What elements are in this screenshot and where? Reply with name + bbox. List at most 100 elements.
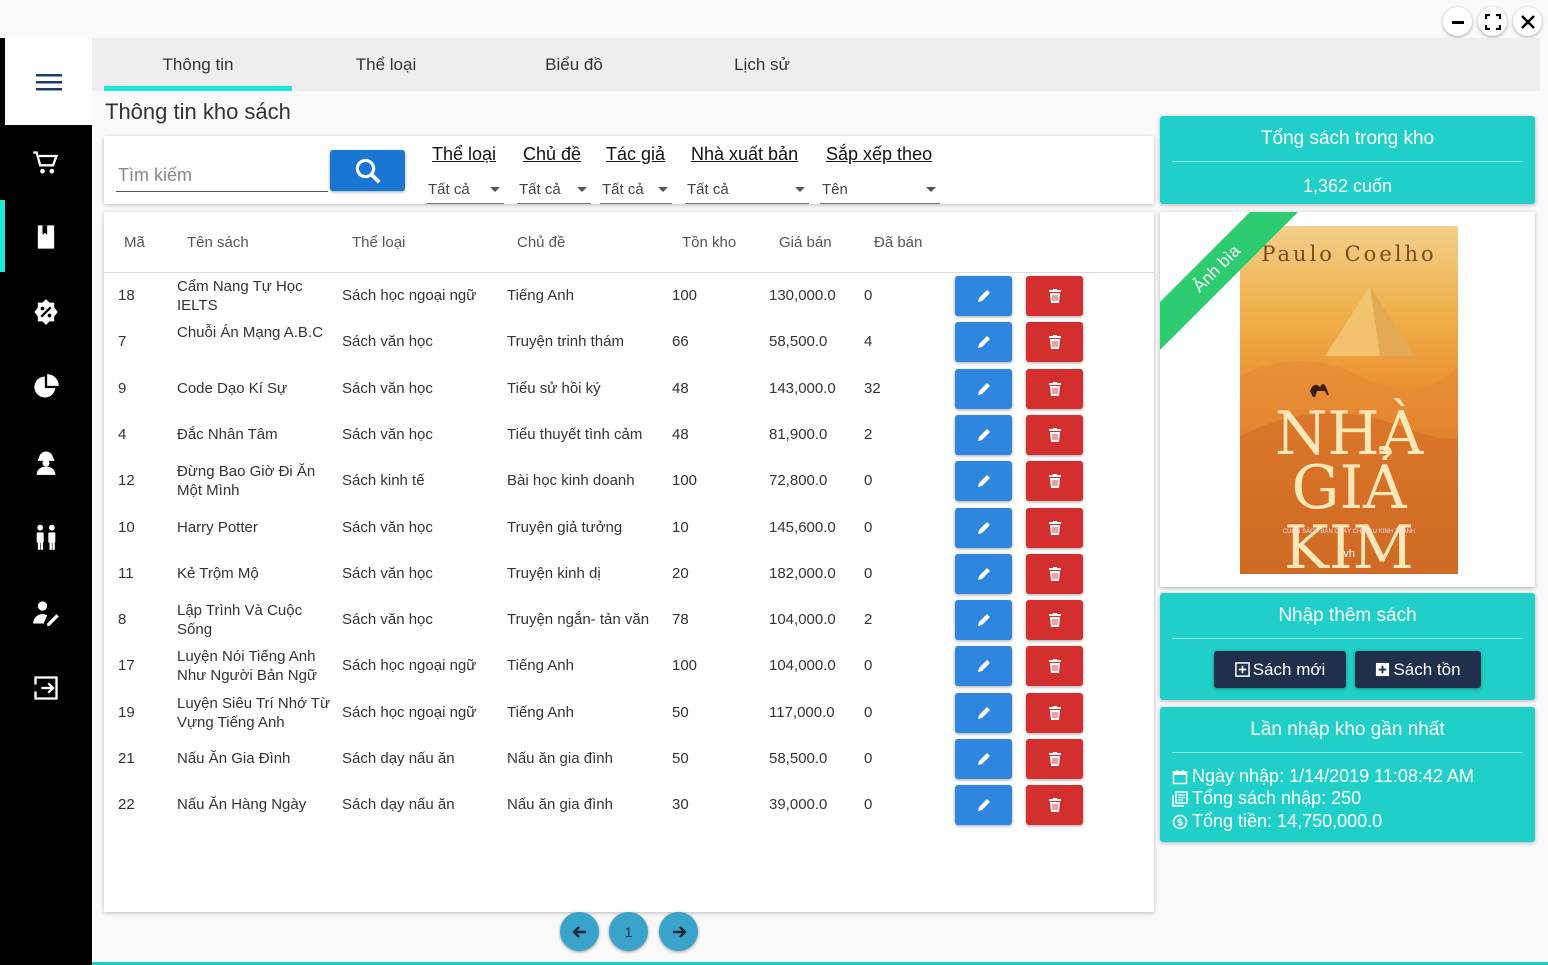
cover-image-card: Paulo Coelho NHÀ GIẢ KIM CUỐN SÁCH BÁN C… [1160, 212, 1535, 587]
table-row[interactable]: 8 Lập Trình Và Cuộc Sống Sách văn học Truyệ… [104, 597, 1154, 643]
new-book-button[interactable]: Sách mới [1214, 651, 1346, 688]
minimize-button[interactable] [1443, 7, 1472, 36]
edit-button[interactable] [955, 739, 1012, 779]
sidebar-item-promotions[interactable] [0, 283, 92, 341]
cell-id: 11 [118, 564, 134, 582]
chevron-down-icon [490, 187, 500, 192]
edit-button[interactable] [955, 322, 1012, 363]
table-row[interactable]: 18 Cẩm Nang Tự Học IELTS Sách học ngoại ng… [104, 273, 1154, 319]
cell-topic: Tiểu sử hồi ký [507, 379, 601, 397]
plus-box-icon [1376, 662, 1390, 677]
cell-title: Đừng Bao Giờ Đi Ăn Một Mình [177, 463, 316, 500]
sidebar-item-account[interactable] [0, 584, 92, 642]
cell-id: 21 [118, 750, 135, 767]
delete-button[interactable] [1026, 646, 1083, 687]
delete-button[interactable] [1026, 368, 1083, 409]
delete-button[interactable] [1026, 507, 1083, 548]
delete-button[interactable] [1026, 414, 1083, 455]
tab-bar: Thông tin Thể loại Biểu đồ Lịch sử [92, 38, 1540, 91]
maximize-button[interactable] [1478, 7, 1507, 36]
edit-button[interactable] [955, 507, 1012, 548]
edit-button[interactable] [955, 785, 1012, 826]
filter-select-author[interactable]: Tất cả [600, 176, 672, 204]
tab-history[interactable]: Lịch sử [668, 38, 856, 91]
cell-stock: 100 [672, 287, 698, 304]
edit-button[interactable] [955, 368, 1012, 409]
filter-label-topic: Chủ đề [523, 144, 582, 164]
edit-button[interactable] [955, 461, 1012, 502]
trash-icon [1048, 427, 1061, 442]
table-row[interactable]: 17 Luyện Nói Tiếng Anh Như Người Bản Ngữ S… [104, 643, 1154, 689]
cell-sold: 32 [864, 379, 881, 397]
sidebar-item-logout[interactable] [0, 659, 92, 717]
edit-button[interactable] [955, 276, 1012, 316]
filter-select-category[interactable]: Tất cả [426, 176, 504, 204]
hamburger-menu-button[interactable] [5, 38, 92, 125]
delete-button[interactable] [1026, 553, 1083, 594]
delete-button[interactable] [1026, 785, 1083, 826]
prev-page-button[interactable] [560, 912, 599, 951]
filter-select-sort[interactable]: Tên [820, 176, 940, 204]
cell-stock: 50 [672, 703, 689, 721]
delete-button[interactable] [1026, 276, 1083, 316]
cell-sold: 0 [864, 287, 873, 304]
table-row[interactable]: 7 Chuỗi Án Mạng A.B.C Sách văn học Truyện t… [104, 319, 1154, 365]
search-button[interactable] [330, 150, 405, 191]
sidebar-item-customers[interactable] [0, 508, 92, 566]
delete-button[interactable] [1026, 461, 1083, 502]
cell-sold: 2 [864, 611, 873, 629]
filter-select-topic[interactable]: Tất cả [517, 176, 591, 204]
cell-category: Sách dạy nấu ăn [342, 796, 455, 814]
cell-category: Sách văn học [342, 564, 433, 582]
tab-active-indicator [104, 86, 292, 91]
table-row[interactable]: 11 Kẻ Trộm Mộ Sách văn học Truyện kinh dị 20… [104, 551, 1154, 597]
edit-button[interactable] [955, 692, 1012, 733]
filter-select-publisher[interactable]: Tất cả [685, 176, 809, 204]
table-row[interactable]: 10 Harry Potter Sách văn học Truyện giả tưở… [104, 505, 1154, 551]
delete-button[interactable] [1026, 739, 1083, 779]
cell-price: 58,500.0 [769, 333, 828, 351]
next-page-button[interactable] [659, 912, 698, 951]
cell-sold: 0 [864, 703, 873, 721]
pencil-icon [977, 336, 990, 349]
delete-button[interactable] [1026, 322, 1083, 363]
divider [1172, 752, 1523, 753]
delete-button[interactable] [1026, 600, 1083, 641]
cell-topic: Nấu ăn gia đình [507, 750, 613, 767]
table-row[interactable]: 21 Nấu Ăn Gia Đình Sách dạy nấu ăn Nấu ăn g… [104, 736, 1154, 782]
table-row[interactable]: 19 Luyện Siêu Trí Nhớ Từ Vựng Tiếng Anh Sá… [104, 690, 1154, 736]
cell-title: Lập Trình Và Cuộc Sống [177, 602, 303, 639]
stock-book-button[interactable]: Sách tồn [1355, 651, 1481, 688]
tab-charts[interactable]: Biểu đồ [480, 38, 668, 91]
column-header-price: Giá bán [779, 234, 832, 251]
cell-price: 104,000.0 [769, 657, 836, 675]
sidebar [0, 38, 92, 965]
close-button[interactable] [1513, 7, 1542, 36]
edit-button[interactable] [955, 553, 1012, 594]
sidebar-item-statistics[interactable] [0, 358, 92, 416]
edit-button[interactable] [955, 600, 1012, 641]
page-number-button[interactable]: 1 [609, 912, 648, 951]
cell-title: Luyện Siêu Trí Nhớ Từ Vựng Tiếng Anh [177, 694, 331, 731]
sidebar-item-books[interactable] [0, 208, 92, 266]
tab-categories[interactable]: Thể loại [292, 38, 480, 91]
search-input[interactable]: Tìm kiếm [116, 162, 328, 192]
sidebar-item-employees[interactable] [0, 433, 92, 491]
delete-button[interactable] [1026, 692, 1083, 733]
trash-icon [1048, 566, 1061, 581]
cell-price: 182,000.0 [769, 564, 836, 582]
table-row[interactable]: 4 Đắc Nhân Tâm Sách văn học Tiểu thuyết tìn… [104, 412, 1154, 458]
coin-icon [1172, 814, 1188, 829]
sidebar-item-sales[interactable] [0, 134, 92, 192]
pencil-icon [977, 660, 990, 673]
edit-button[interactable] [955, 414, 1012, 455]
table-row[interactable]: 12 Đừng Bao Giờ Đi Ăn Một Mình Sách kinh t… [104, 458, 1154, 504]
cell-id: 9 [118, 379, 127, 397]
table-row[interactable]: 9 Code Dạo Kí Sự Sách văn học Tiểu sử hồi k… [104, 366, 1154, 412]
table-row[interactable]: 22 Nấu Ăn Hàng Ngày Sách dạy nấu ăn Nấu ăn … [104, 782, 1154, 828]
cell-title: Đắc Nhân Tâm [177, 425, 278, 443]
cell-topic: Tiếng Anh [507, 287, 574, 304]
pencil-icon [977, 475, 990, 488]
edit-button[interactable] [955, 646, 1012, 687]
tab-info[interactable]: Thông tin [104, 38, 292, 91]
